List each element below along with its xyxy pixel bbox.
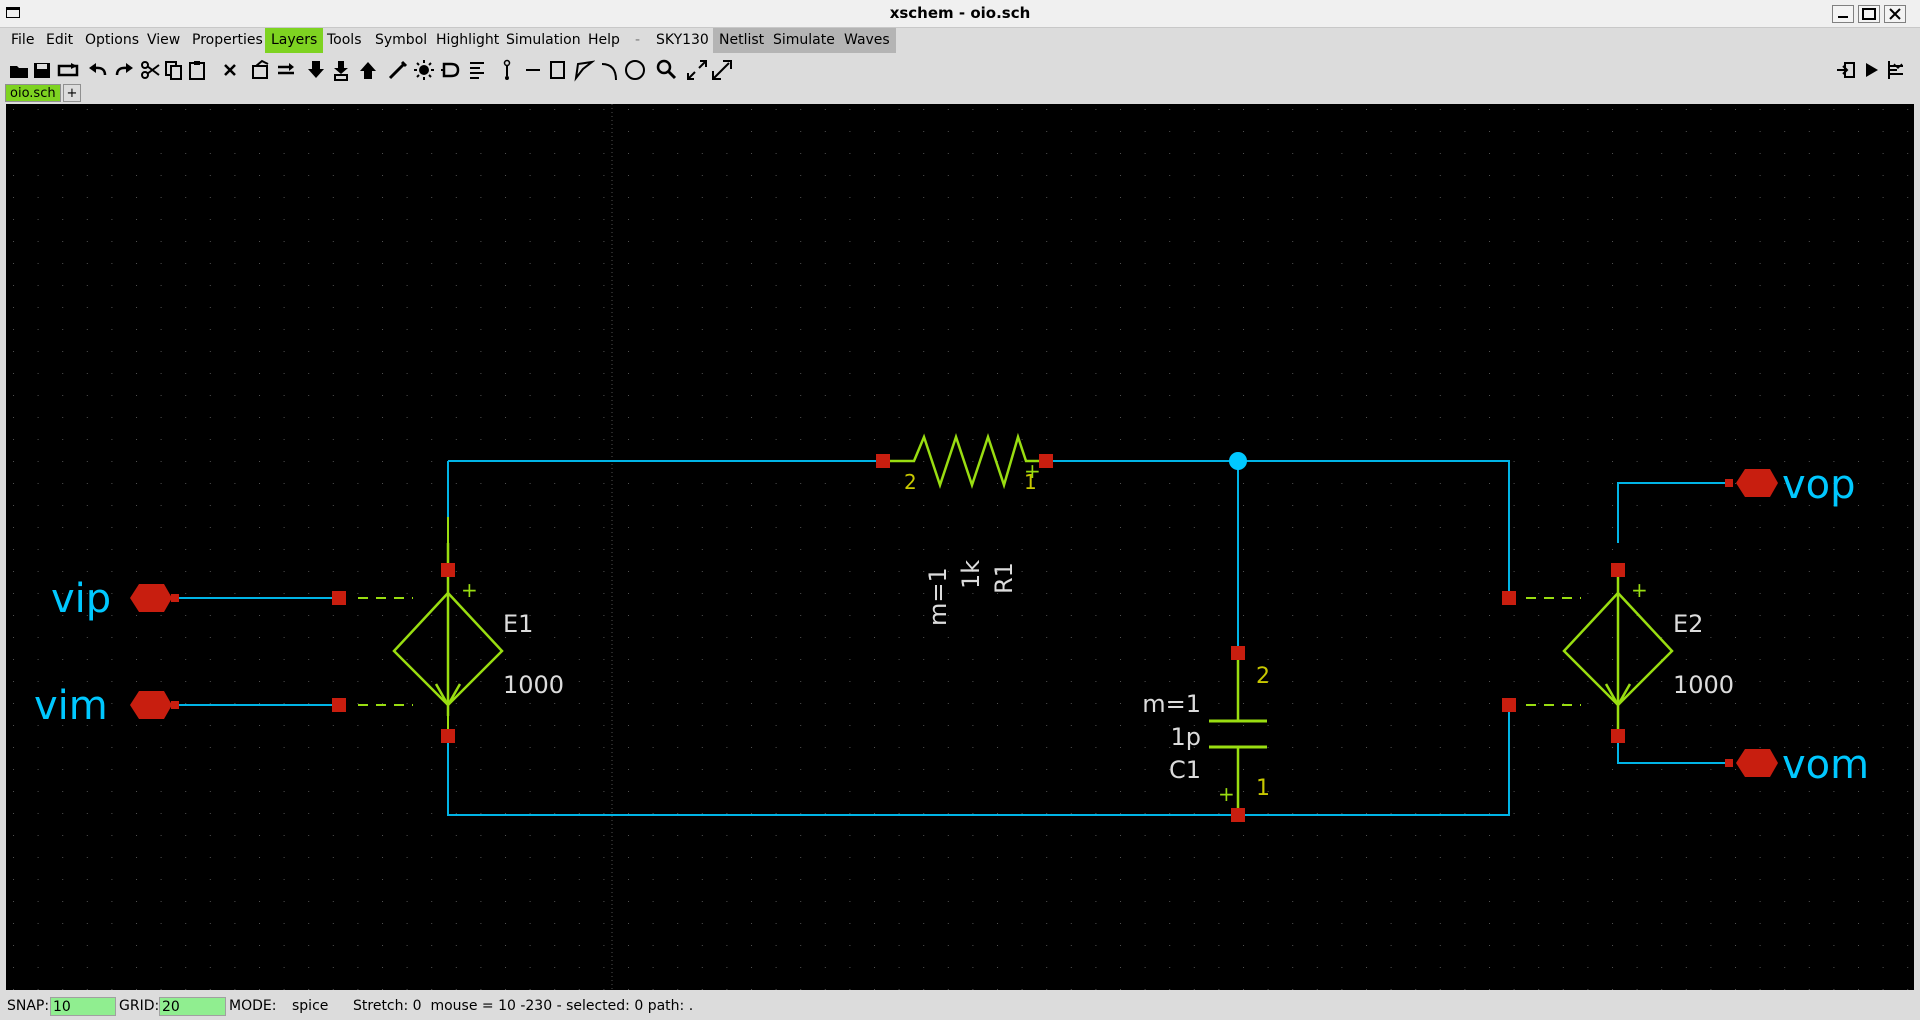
redo-icon[interactable] (113, 58, 135, 82)
status-bar: SNAP: 10 GRID: 20 MODE: spice Stretch: 0… (0, 992, 1920, 1020)
mode-value: spice (292, 998, 329, 1014)
line-icon[interactable] (522, 58, 544, 82)
netlist-icon[interactable] (250, 58, 272, 82)
ascend-icon[interactable] (357, 58, 379, 82)
export-icon[interactable] (1835, 58, 1857, 82)
grid (6, 104, 1914, 990)
c1-value: 1p (1170, 723, 1201, 751)
r1-pin2: 2 (904, 470, 917, 494)
e1-plus: + (461, 578, 478, 602)
menu-layers[interactable]: Layers (265, 28, 324, 53)
probe-icon[interactable] (496, 58, 518, 82)
port-vom-label: vom (1782, 742, 1869, 788)
menu-simulate[interactable]: Simulate (767, 28, 841, 53)
waves-icon[interactable] (1885, 58, 1907, 82)
save-icon[interactable] (31, 58, 53, 82)
grid-field[interactable]: 20 (159, 997, 226, 1016)
c1-name: C1 (1169, 756, 1201, 784)
c1-mult: m=1 (1142, 690, 1201, 718)
add-tab-button[interactable]: + (63, 84, 81, 102)
polygon-icon[interactable] (573, 58, 596, 82)
menu-help[interactable]: Help (582, 28, 626, 53)
schematic-canvas[interactable]: + E1 1000 + E2 1000 + 2 1 m=1 1k R1 2 1 … (6, 104, 1914, 990)
menu-simulation[interactable]: Simulation (500, 28, 587, 53)
insert-symbol-icon[interactable] (440, 58, 462, 82)
c1-plus: + (1218, 782, 1235, 806)
paste-icon[interactable] (186, 58, 208, 82)
title-bar: xschem - oio.sch (0, 0, 1920, 28)
tab-oio-sch[interactable]: oio.sch (5, 84, 61, 102)
delete-icon[interactable] (220, 58, 242, 82)
rect-icon[interactable] (547, 58, 569, 82)
cut-icon[interactable] (139, 58, 161, 82)
menu-netlist[interactable]: Netlist (713, 28, 771, 53)
wire-icon[interactable] (387, 58, 409, 82)
menu-options[interactable]: Options (79, 28, 145, 53)
undo-icon[interactable] (87, 58, 109, 82)
menu-view[interactable]: View (141, 28, 186, 53)
menu-tools[interactable]: Tools (321, 28, 368, 53)
window-title: xschem - oio.sch (889, 4, 1031, 22)
junction-dot (1229, 452, 1247, 470)
menu-properties[interactable]: Properties (186, 28, 269, 53)
c1-pin1: 1 (1256, 776, 1270, 801)
zoom-icon[interactable] (655, 58, 677, 82)
port-vip-label: vip (51, 576, 111, 622)
menu-separator: - (635, 32, 641, 48)
e2-plus: + (1631, 578, 1648, 602)
grid-label: GRID: (119, 998, 160, 1014)
zoom-fit-icon[interactable] (710, 58, 732, 82)
arc-icon[interactable] (598, 58, 620, 82)
text-icon[interactable] (467, 58, 489, 82)
open-icon[interactable] (8, 58, 30, 82)
menu-file[interactable]: File (5, 28, 40, 53)
zoom-in-icon[interactable] (685, 58, 707, 82)
minimize-button[interactable] (1832, 5, 1854, 23)
menu-edit[interactable]: Edit (40, 28, 79, 53)
r1-pin1: 1 (1024, 470, 1037, 494)
copy-icon[interactable] (163, 58, 185, 82)
menu-highlight[interactable]: Highlight (430, 28, 505, 53)
e1-name: E1 (503, 610, 533, 638)
run-icon[interactable] (1860, 58, 1882, 82)
r1-name: R1 (990, 562, 1018, 594)
tab-bar: oio.sch + (0, 84, 1920, 104)
circle-icon[interactable] (624, 58, 646, 82)
menu-symbol[interactable]: Symbol (369, 28, 433, 53)
e2-name: E2 (1673, 610, 1703, 638)
r1-value: 1k (957, 560, 985, 589)
close-button[interactable] (1884, 5, 1906, 23)
menu-waves[interactable]: Waves (838, 28, 896, 53)
snap-label: SNAP: (7, 998, 50, 1014)
reload-icon[interactable] (57, 58, 79, 82)
e1-value: 1000 (503, 671, 564, 699)
port-vop-label: vop (1782, 462, 1856, 508)
swap-icon[interactable] (275, 58, 297, 82)
status-info: Stretch: 0 mouse = 10 -230 - selected: 0… (353, 998, 694, 1014)
r1-mult: m=1 (924, 567, 952, 626)
menu-sky130[interactable]: SKY130 (650, 28, 715, 53)
menu-bar: File Edit Options View Properties Layers… (0, 28, 1920, 53)
e2-value: 1000 (1673, 671, 1734, 699)
snap-field[interactable]: 10 (50, 997, 116, 1016)
c1-pin2: 2 (1256, 664, 1270, 689)
mode-label: MODE: (229, 998, 277, 1014)
descend-icon[interactable] (305, 58, 327, 82)
toolbar (0, 55, 1920, 85)
port-vim-label: vim (34, 683, 108, 729)
maximize-button[interactable] (1858, 5, 1880, 23)
highlight-icon[interactable] (413, 58, 435, 82)
descend-symbol-icon[interactable] (330, 58, 352, 82)
